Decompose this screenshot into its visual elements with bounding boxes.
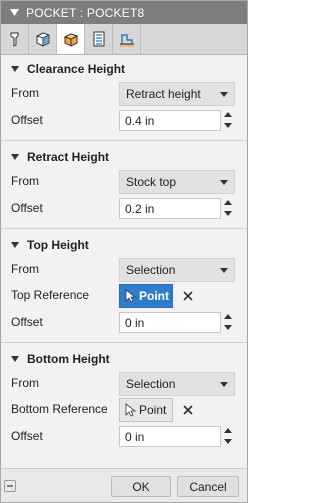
clear-selection-icon[interactable] — [181, 289, 195, 303]
collapse-arrow-icon[interactable] — [10, 152, 20, 162]
spin-down-icon[interactable] — [224, 439, 232, 444]
clearance-offset-label: Offset — [11, 113, 43, 127]
top-height-header[interactable]: Top Height — [1, 233, 247, 256]
collapse-icon[interactable] — [5, 1, 23, 24]
linking-icon — [119, 34, 134, 47]
top-from-label: From — [11, 262, 39, 276]
pocket-dialog: POCKET : POCKET8 Clearance Height From R… — [0, 0, 248, 503]
pointer-icon — [125, 289, 136, 303]
bottom-reference-row: Bottom Reference Point — [1, 398, 247, 422]
retract-offset-label: Offset — [11, 201, 43, 215]
divider — [1, 140, 247, 141]
bottom-from-row: From Selection — [1, 372, 247, 396]
divider — [1, 342, 247, 343]
clearance-height-header[interactable]: Clearance Height — [1, 57, 247, 80]
clearance-from-label: From — [11, 86, 39, 100]
bottom-from-label: From — [11, 376, 39, 390]
bottom-offset-spinner[interactable] — [223, 426, 233, 447]
spin-up-icon[interactable] — [224, 200, 232, 205]
retract-from-label: From — [11, 174, 39, 188]
spin-down-icon[interactable] — [224, 123, 232, 128]
top-from-value: Selection — [126, 263, 176, 277]
spin-down-icon[interactable] — [224, 211, 232, 216]
geometry-icon — [36, 32, 49, 47]
divider — [1, 228, 247, 229]
clearance-offset-value: 0.4 in — [125, 114, 155, 128]
top-from-select[interactable]: Selection — [119, 258, 235, 282]
top-reference-point-button[interactable]: Point — [119, 284, 173, 308]
pointer-icon — [125, 403, 136, 417]
clearance-offset-input[interactable]: 0.4 in — [119, 110, 221, 131]
top-reference-row: Top Reference Point — [1, 284, 247, 308]
retract-from-select[interactable]: Stock top — [119, 170, 235, 194]
retract-from-row: From Stock top — [1, 170, 247, 194]
bottom-height-title: Bottom Height — [27, 351, 110, 366]
retract-height-header[interactable]: Retract Height — [1, 145, 247, 168]
title-bar[interactable]: POCKET : POCKET8 — [1, 1, 247, 24]
bottom-offset-label: Offset — [11, 429, 43, 443]
bottom-reference-point-label: Point — [139, 403, 167, 417]
ok-button[interactable]: OK — [111, 476, 171, 497]
clear-selection-icon[interactable] — [181, 403, 195, 417]
tab-bar — [1, 24, 247, 55]
bottom-height-header[interactable]: Bottom Height — [1, 347, 247, 370]
bottom-from-select[interactable]: Selection — [119, 372, 235, 396]
tab-linking[interactable] — [113, 24, 141, 54]
bottom-offset-input[interactable]: 0 in — [119, 426, 221, 447]
retract-offset-input[interactable]: 0.2 in — [119, 198, 221, 219]
chevron-down-icon — [220, 92, 228, 97]
tab-geometry[interactable] — [29, 24, 57, 54]
retract-height-title: Retract Height — [27, 149, 110, 164]
chevron-down-icon — [220, 382, 228, 387]
top-reference-label: Top Reference — [11, 288, 90, 302]
clearance-from-select[interactable]: Retract height — [119, 82, 235, 106]
bottom-offset-row: Offset 0 in — [1, 425, 247, 449]
top-height-title: Top Height — [27, 237, 89, 252]
clearance-height-group: Clearance Height — [1, 57, 247, 80]
heights-icon — [63, 33, 78, 47]
spin-up-icon[interactable] — [224, 314, 232, 319]
collapse-arrow-icon[interactable] — [10, 240, 20, 250]
retract-height-group: Retract Height — [1, 145, 247, 168]
spin-up-icon[interactable] — [224, 112, 232, 117]
passes-icon — [93, 31, 104, 47]
bottom-reference-label: Bottom Reference — [11, 402, 108, 416]
top-offset-row: Offset 0 in — [1, 311, 247, 335]
top-height-group: Top Height — [1, 233, 247, 256]
dialog-footer: OK Cancel — [1, 468, 247, 502]
top-offset-input[interactable]: 0 in — [119, 312, 221, 333]
tool-icon — [10, 32, 18, 47]
tab-passes[interactable] — [85, 24, 113, 54]
bottom-reference-point-button[interactable]: Point — [119, 398, 173, 422]
top-reference-point-label: Point — [139, 289, 169, 303]
spin-down-icon[interactable] — [224, 325, 232, 330]
chevron-down-icon — [220, 180, 228, 185]
minus-icon[interactable] — [4, 480, 16, 492]
retract-from-value: Stock top — [126, 175, 177, 189]
top-offset-value: 0 in — [125, 316, 145, 330]
clearance-offset-row: Offset 0.4 in — [1, 109, 247, 133]
clearance-offset-spinner[interactable] — [223, 110, 233, 131]
tab-tool[interactable] — [1, 24, 29, 54]
chevron-down-icon — [220, 268, 228, 273]
clearance-height-title: Clearance Height — [27, 61, 126, 76]
top-offset-spinner[interactable] — [223, 312, 233, 333]
spin-up-icon[interactable] — [224, 428, 232, 433]
bottom-offset-value: 0 in — [125, 430, 145, 444]
retract-offset-spinner[interactable] — [223, 198, 233, 219]
top-from-row: From Selection — [1, 258, 247, 282]
bottom-from-value: Selection — [126, 377, 176, 391]
cancel-button[interactable]: Cancel — [177, 476, 239, 497]
tab-heights[interactable] — [57, 24, 85, 54]
collapse-arrow-icon[interactable] — [10, 354, 20, 364]
top-offset-label: Offset — [11, 315, 43, 329]
collapse-arrow-icon[interactable] — [10, 64, 20, 74]
dialog-title: POCKET : POCKET8 — [26, 5, 145, 20]
clearance-from-value: Retract height — [126, 87, 201, 101]
clearance-from-row: From Retract height — [1, 82, 247, 106]
bottom-height-group: Bottom Height — [1, 347, 247, 370]
retract-offset-row: Offset 0.2 in — [1, 197, 247, 221]
retract-offset-value: 0.2 in — [125, 202, 155, 216]
